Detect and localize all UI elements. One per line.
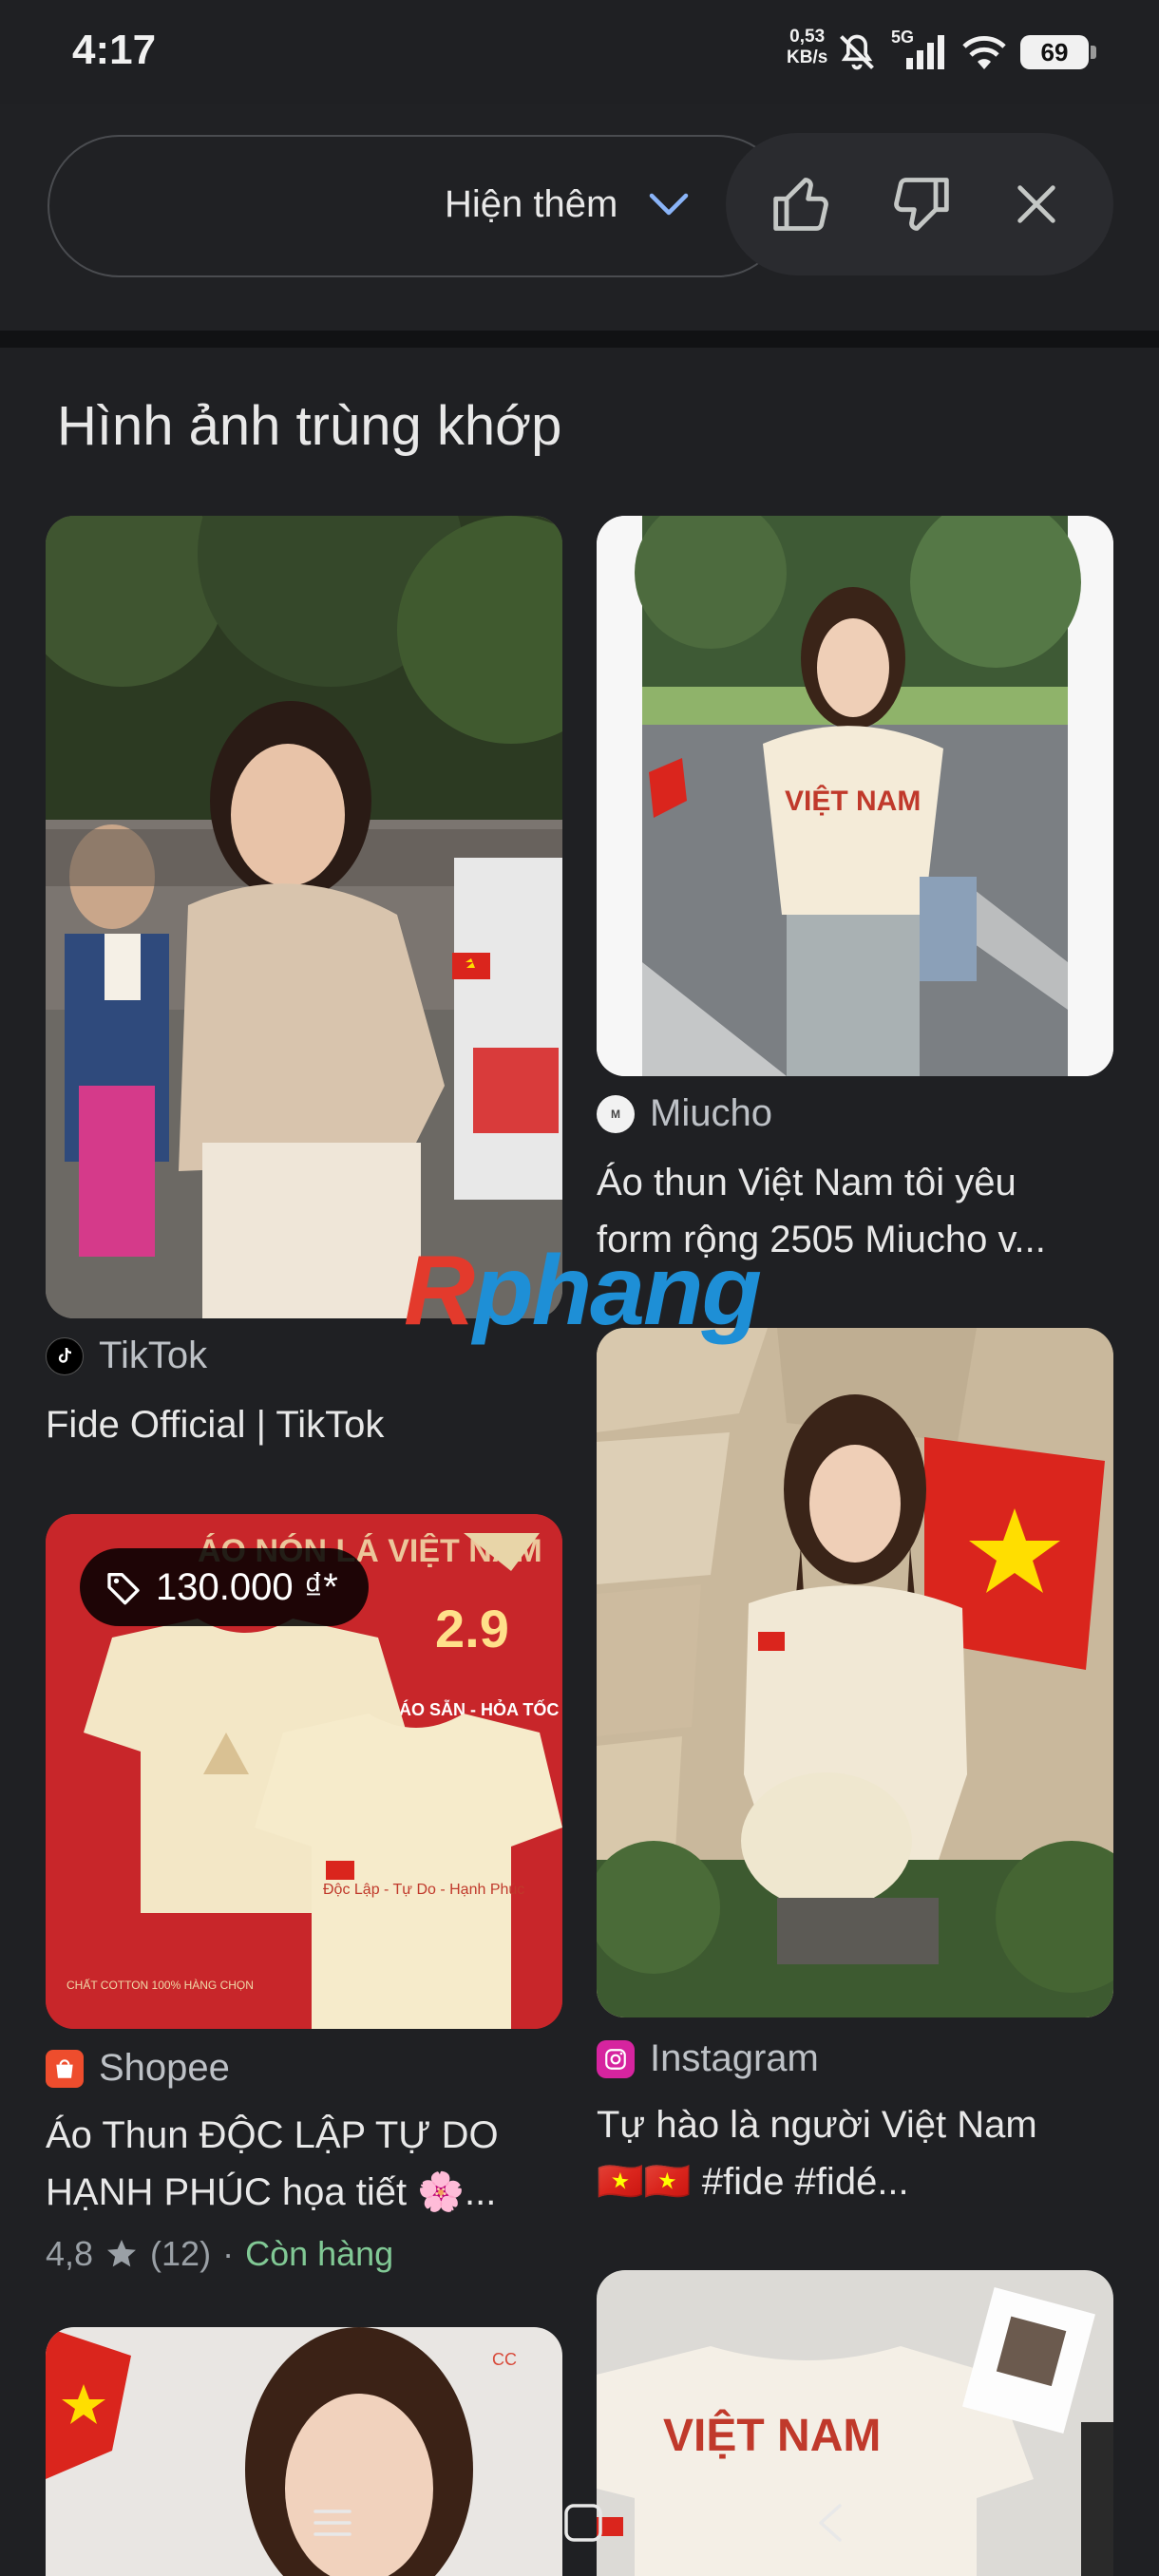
result-image-miucho[interactable]: VIỆT NAM xyxy=(597,516,1113,1076)
home-icon[interactable] xyxy=(562,2502,604,2544)
section-divider xyxy=(0,331,1159,348)
miucho-icon: M xyxy=(597,1094,635,1133)
feedback-buttons xyxy=(726,133,1113,275)
chevron-down-icon xyxy=(650,193,689,216)
source-name: Instagram xyxy=(650,2037,819,2079)
battery-indicator: 69 xyxy=(1020,35,1096,69)
wifi-icon xyxy=(962,36,1006,69)
price-value: 130.000 ₫* xyxy=(156,1565,338,1608)
result-meta-shopee: 4,8 (12) · Còn hàng xyxy=(46,2234,393,2274)
bell-muted-icon xyxy=(840,34,874,70)
svg-text:2.9: 2.9 xyxy=(435,1599,509,1658)
result-source-tiktok[interactable]: TikTok xyxy=(46,1335,207,1377)
svg-text:VIỆT NAM: VIỆT NAM xyxy=(663,2409,881,2461)
result-source-miucho[interactable]: M Miucho xyxy=(597,1092,772,1135)
price-badge: 130.000 ₫* xyxy=(80,1548,369,1626)
network-speed: 0,53 KB/s xyxy=(787,27,828,67)
rating-value: 4,8 xyxy=(46,2234,94,2273)
status-bar: 4:17 0,53 KB/s 5G 69 xyxy=(0,0,1159,104)
system-nav-bar xyxy=(0,2470,1159,2576)
thumbs-down-button[interactable] xyxy=(877,161,962,247)
source-name: Miucho xyxy=(650,1092,772,1134)
thumbs-up-button[interactable] xyxy=(760,161,846,247)
instagram-icon xyxy=(597,2039,635,2078)
thumbs-down-icon xyxy=(894,178,949,231)
show-more-label: Hiện thêm xyxy=(445,182,618,225)
result-title-tiktok[interactable]: Fide Official | TikTok xyxy=(46,1396,563,1453)
result-title-instagram[interactable]: Tự hào là người Việt Nam 🇻🇳🇻🇳 #fide #fid… xyxy=(597,2096,1114,2210)
clock: 4:17 xyxy=(72,27,157,73)
status-icons: 5G 69 xyxy=(836,28,1096,76)
result-image-tiktok[interactable] xyxy=(46,516,562,1318)
svg-text:Độc Lập - Tự Do - Hạnh Phúc: Độc Lập - Tự Do - Hạnh Phúc xyxy=(323,1882,524,1898)
thumbs-up-icon xyxy=(773,178,829,231)
svg-text:ÁO SẴN - HỎA TỐC 24H: ÁO SẴN - HỎA TỐC 24H xyxy=(399,1699,562,1719)
back-icon[interactable] xyxy=(813,2502,847,2544)
stock-status: Còn hàng xyxy=(245,2234,394,2273)
photo-woman-street-flag: VIỆT NAM xyxy=(597,516,1113,1076)
close-button[interactable] xyxy=(994,161,1079,247)
review-count: (12) xyxy=(150,2234,212,2273)
feedback-bar: Hiện thêm xyxy=(0,104,1159,332)
tiktok-icon xyxy=(46,1336,84,1375)
svg-text:VIỆT NAM: VIỆT NAM xyxy=(785,785,921,817)
meta-separator: · xyxy=(222,2234,235,2273)
shopee-icon xyxy=(46,2049,84,2088)
source-name: Shopee xyxy=(99,2047,230,2089)
photo-woman-flag-wall xyxy=(597,1328,1113,2017)
signal-icon: 5G xyxy=(891,28,948,73)
svg-text:CHẤT COTTON 100% HÀNG CHỌN: CHẤT COTTON 100% HÀNG CHỌN xyxy=(66,1978,254,1992)
menu-icon[interactable] xyxy=(312,2504,353,2542)
close-icon xyxy=(1016,185,1055,223)
result-image-instagram[interactable] xyxy=(597,1328,1113,2017)
result-title-shopee[interactable]: Áo Thun ĐỘC LẬP TỰ DO HẠNH PHÚC họa tiết… xyxy=(46,2107,563,2221)
watermark-logo: Rphang xyxy=(404,1236,762,1346)
star-icon xyxy=(107,2240,137,2267)
svg-text:CC: CC xyxy=(492,2350,517,2369)
source-name: TikTok xyxy=(99,1335,208,1376)
result-source-shopee[interactable]: Shopee xyxy=(46,2047,230,2090)
result-source-instagram[interactable]: Instagram xyxy=(597,2037,819,2080)
section-title: Hình ảnh trùng khớp xyxy=(57,395,562,457)
photo-woman-festival xyxy=(46,516,562,1318)
price-tag-icon xyxy=(107,1573,140,1605)
show-more-button[interactable]: Hiện thêm xyxy=(445,171,690,237)
